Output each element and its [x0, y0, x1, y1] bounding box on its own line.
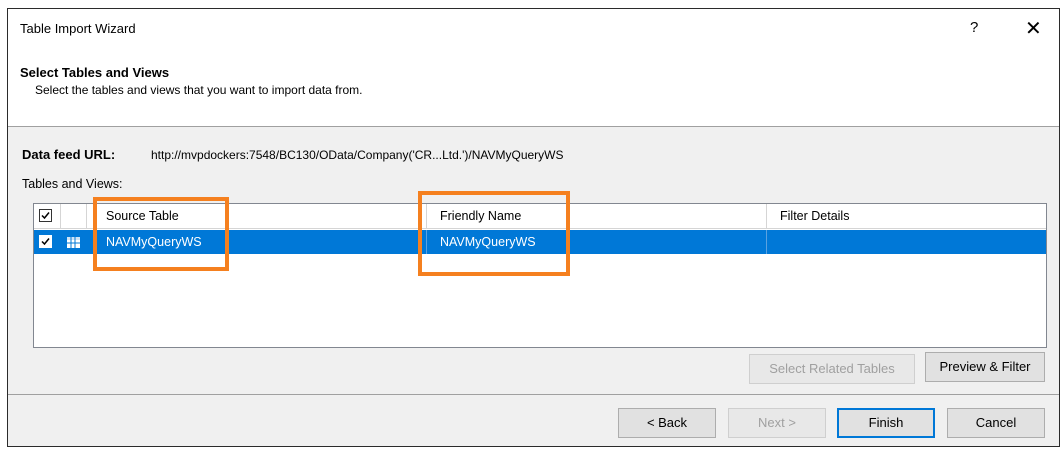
source-table-cell[interactable]: NAVMyQueryWS	[87, 230, 427, 254]
next-button[interactable]: Next >	[728, 408, 826, 438]
grid-header: Source Table Friendly Name Filter Detail…	[34, 204, 1046, 229]
filter-details-cell[interactable]	[767, 230, 1046, 254]
column-header-friendly-name[interactable]: Friendly Name	[427, 204, 767, 228]
help-icon[interactable]: ?	[970, 19, 978, 36]
table-import-wizard-window: Table Import Wizard ? ✕ Select Tables an…	[7, 8, 1060, 447]
checkmark-icon	[41, 238, 50, 246]
select-all-checkbox[interactable]	[39, 209, 52, 222]
data-feed-url-label: Data feed URL:	[22, 147, 116, 162]
finish-button[interactable]: Finish	[837, 408, 935, 438]
back-button[interactable]: < Back	[618, 408, 716, 438]
select-related-tables-button[interactable]: Select Related Tables	[749, 354, 915, 384]
tables-and-views-label: Tables and Views:	[22, 177, 123, 191]
column-header-filter-details[interactable]: Filter Details	[767, 204, 1046, 228]
window-title: Table Import Wizard	[20, 21, 136, 36]
tables-grid[interactable]: Source Table Friendly Name Filter Detail…	[33, 203, 1047, 348]
title-bar: Table Import Wizard ? ✕	[8, 9, 1059, 49]
wizard-header: Select Tables and Views Select the table…	[8, 49, 1059, 127]
select-all-cell[interactable]	[34, 204, 61, 228]
icon-column-header	[61, 204, 87, 228]
column-header-source-table[interactable]: Source Table	[87, 204, 427, 228]
footer-divider	[8, 394, 1059, 395]
page-title: Select Tables and Views	[20, 65, 170, 80]
table-row[interactable]: NAVMyQueryWS NAVMyQueryWS	[34, 230, 1046, 254]
preview-filter-button[interactable]: Preview & Filter	[925, 352, 1045, 382]
row-checkbox-cell[interactable]	[34, 230, 61, 254]
data-feed-url-value: http://mvpdockers:7548/BC130/OData/Compa…	[151, 148, 564, 162]
checkmark-icon	[41, 212, 50, 220]
friendly-name-cell[interactable]: NAVMyQueryWS	[427, 230, 767, 254]
page-subtitle: Select the tables and views that you wan…	[35, 83, 363, 97]
close-icon[interactable]: ✕	[1025, 16, 1042, 41]
cancel-button[interactable]: Cancel	[947, 408, 1045, 438]
row-checkbox[interactable]	[39, 235, 52, 248]
table-icon	[61, 230, 87, 254]
